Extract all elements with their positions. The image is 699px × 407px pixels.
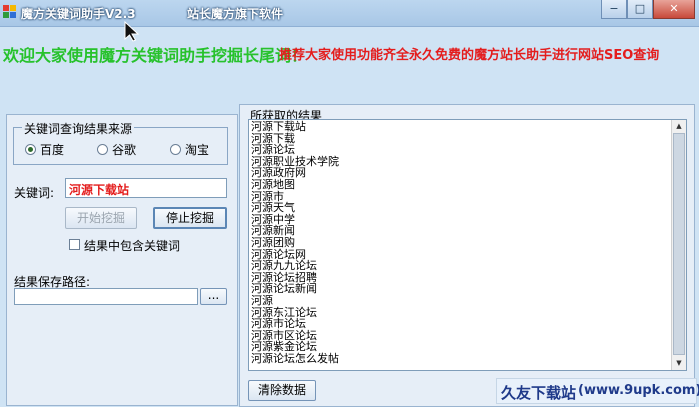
radio-button-icon <box>97 144 108 155</box>
mouse-cursor-icon <box>124 20 140 42</box>
radio-button-icon <box>25 144 36 155</box>
clear-data-button[interactable]: 清除数据 <box>248 380 316 401</box>
list-item[interactable]: 河源团购 <box>251 237 671 249</box>
save-path-input[interactable] <box>14 288 198 305</box>
list-item[interactable]: 河源地图 <box>251 179 671 191</box>
vertical-scrollbar[interactable]: ▲ ▼ <box>671 120 686 370</box>
browse-button[interactable]: ... <box>200 288 227 305</box>
results-panel: 所获取的结果 河源下载站 河源下载 河源论坛 河源职业技术学院 河源政府网 河源地图 河源市… <box>239 104 695 407</box>
radio-baidu[interactable]: 百度 <box>25 141 64 158</box>
close-button[interactable]: ✕ <box>653 0 695 19</box>
list-item[interactable]: 河源新闻 <box>251 225 671 237</box>
window-subtitle: 站长魔方旗下软件 <box>187 7 284 21</box>
list-item[interactable]: 河源 <box>251 295 671 307</box>
watermark-url: (www.9upk.com) <box>578 383 699 398</box>
stop-button[interactable]: 停止挖掘 <box>153 207 227 229</box>
list-item[interactable]: 河源天气 <box>251 202 671 214</box>
keyword-input[interactable]: 河源下载站 <box>65 178 227 198</box>
scroll-up-icon[interactable]: ▲ <box>673 120 685 132</box>
list-item[interactable]: 河源职业技术学院 <box>251 156 671 168</box>
list-item[interactable]: 河源下载 <box>251 132 671 145</box>
radio-button-icon <box>170 144 181 155</box>
radio-taobao[interactable]: 淘宝 <box>170 141 209 158</box>
list-item[interactable]: 河源中学 <box>251 214 671 226</box>
include-keyword-checkbox[interactable] <box>69 239 80 250</box>
list-item[interactable]: 河源论坛怎么发帖 <box>251 353 671 365</box>
welcome-text: 欢迎大家使用魔方关键词助手挖掘长尾词！ <box>3 46 308 65</box>
list-item[interactable]: 河源下载站 <box>251 121 671 133</box>
list-item[interactable]: 河源东江论坛 <box>251 306 671 319</box>
list-item[interactable]: 河源市论坛 <box>251 318 671 330</box>
include-keyword-label: 结果中包含关键词 <box>84 239 181 253</box>
scroll-thumb[interactable] <box>673 133 685 355</box>
keyword-value: 河源下载站 <box>69 183 130 197</box>
title-bar: 魔方关键词助手V2.3 站长魔方旗下软件 − □ ✕ <box>0 0 699 27</box>
list-item[interactable]: 河源九九论坛 <box>251 260 671 272</box>
banner: 欢迎大家使用魔方关键词助手挖掘长尾词！ 推荐大家使用功能齐全永久免费的魔方站长助… <box>0 40 699 66</box>
list-item[interactable]: 河源政府网 <box>251 167 671 179</box>
maximize-button[interactable]: □ <box>627 0 653 19</box>
minimize-button[interactable]: − <box>601 0 627 19</box>
window-title: 魔方关键词助手V2.3 <box>21 7 136 21</box>
recommend-link[interactable]: 推荐大家使用功能齐全永久免费的魔方站长助手进行网站SEO查询 <box>279 44 659 63</box>
scroll-down-icon[interactable]: ▼ <box>673 357 685 369</box>
settings-panel: 关键词查询结果来源 百度 谷歌 淘宝 关键词: 河源下载站 开始挖掘 停止挖掘 … <box>6 114 238 406</box>
radio-google[interactable]: 谷歌 <box>97 141 136 158</box>
source-group-title: 关键词查询结果来源 <box>22 120 135 137</box>
app-icon <box>3 5 17 19</box>
start-button[interactable]: 开始挖掘 <box>65 207 137 229</box>
list-item[interactable]: 河源论坛新闻 <box>251 283 671 295</box>
list-item[interactable]: 河源市 <box>251 190 671 203</box>
site-watermark: 久友下载站 (www.9upk.com) <box>496 378 699 404</box>
source-group: 关键词查询结果来源 百度 谷歌 淘宝 <box>13 120 228 165</box>
keyword-label: 关键词: <box>14 186 55 200</box>
results-list[interactable]: 河源下载站 河源下载 河源论坛 河源职业技术学院 河源政府网 河源地图 河源市 河源天气 河源中… <box>248 119 687 371</box>
watermark-name: 久友下载站 <box>501 384 577 402</box>
